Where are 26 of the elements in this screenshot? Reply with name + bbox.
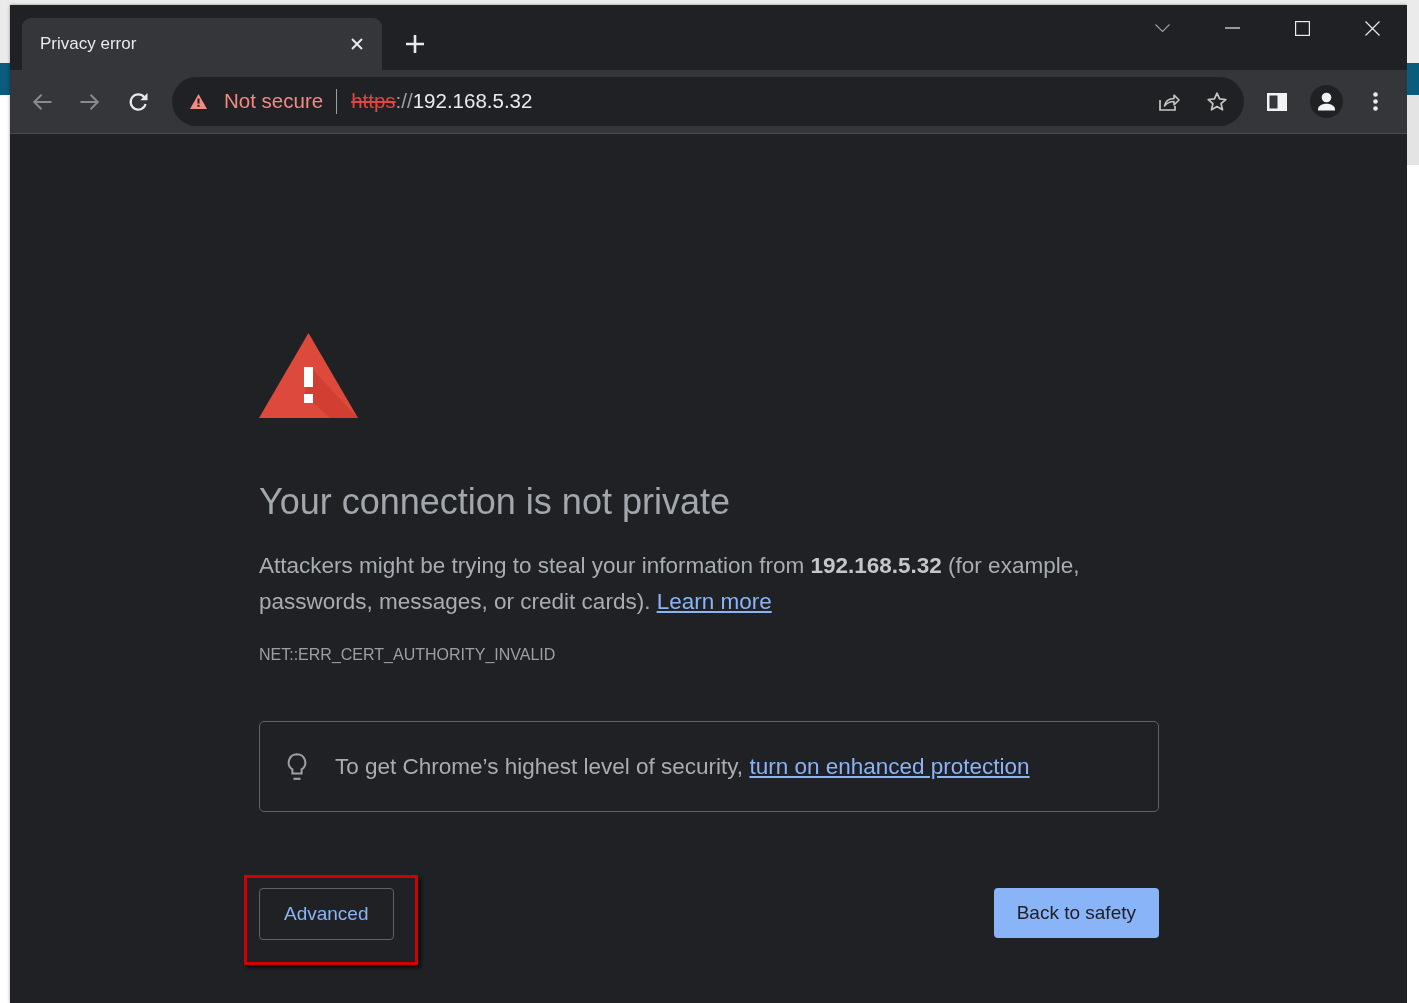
avatar-icon[interactable] (1310, 85, 1343, 118)
tab[interactable]: Privacy error (22, 18, 382, 70)
security-status[interactable]: Not secure (224, 86, 324, 117)
chevron-down-icon[interactable] (1155, 24, 1170, 32)
menu-icon[interactable] (1373, 92, 1378, 111)
plus-icon[interactable] (406, 35, 424, 53)
warning-icon (190, 94, 207, 109)
reload-icon[interactable] (128, 91, 148, 112)
learn-more-link[interactable]: Learn more (656, 589, 772, 614)
share-icon[interactable] (1159, 92, 1180, 111)
protection-text: To get Chrome’s highest level of security, turn on enhanced protection (335, 752, 1030, 781)
back-to-safety-button[interactable]: Back to safety (993, 888, 1159, 938)
maximize-icon[interactable] (1295, 20, 1310, 36)
address-bar[interactable]: Not secure https://192.168.5.32 (172, 77, 1244, 126)
error-code: NET::ERR_CERT_AUTHORITY_INVALID (259, 645, 556, 665)
description-text: Attackers might be trying to steal your information from 192.168.5.32 (for example, passwords, messages, or credit cards). Learn more (259, 552, 1081, 616)
star-icon[interactable] (1207, 92, 1227, 111)
url-text: https://192.168.5.32 (351, 88, 533, 115)
close-icon[interactable] (1365, 20, 1380, 36)
lightbulb-icon (287, 752, 307, 781)
side-panel-icon[interactable] (1267, 92, 1287, 111)
warning-icon (259, 333, 358, 418)
enhanced-protection-link[interactable]: turn on enhanced protection (749, 753, 1030, 779)
page-heading: Your connection is not private (259, 480, 730, 524)
close-icon[interactable] (351, 38, 363, 50)
advanced-button[interactable]: Advanced (259, 888, 394, 940)
